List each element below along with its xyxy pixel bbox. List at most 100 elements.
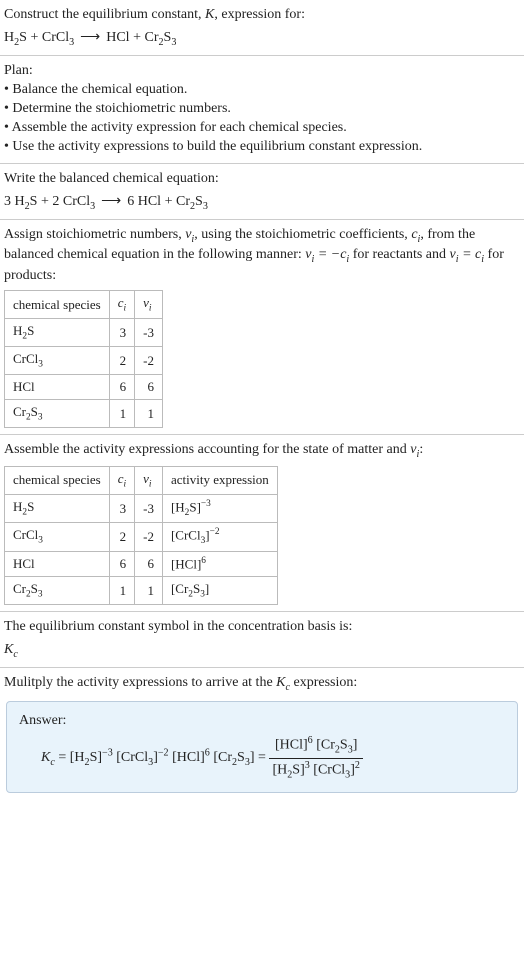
species-h2s: H2S: [4, 30, 27, 45]
cell-nui: -3: [135, 494, 163, 523]
cell-nui: 1: [135, 576, 163, 604]
term: [Cr2S3]: [213, 750, 254, 765]
cell-ci: 3: [109, 318, 134, 346]
th-species: chemical species: [5, 466, 110, 494]
species-h2s: H2S: [15, 194, 38, 209]
unbalanced-equation: H2S + CrCl3⟶HCl + Cr2S3: [4, 29, 520, 49]
table-row: CrCl32-2[CrCl3]−2: [5, 523, 278, 552]
species-hcl: HCl: [138, 194, 161, 209]
plan-bullet: • Balance the chemical equation.: [4, 81, 520, 100]
cell-nui: 6: [135, 551, 163, 576]
plus: +: [130, 30, 145, 45]
cell-species: H2S: [5, 318, 110, 346]
intro-text-a: Construct the equilibrium constant,: [4, 7, 205, 22]
t: for reactants and: [349, 247, 449, 262]
balanced-header: Write the balanced chemical equation:: [4, 170, 520, 189]
kc-text: The equilibrium constant symbol in the c…: [4, 618, 520, 637]
species-crcl3: CrCl3: [63, 194, 95, 209]
plan-bullet: • Use the activity expressions to build …: [4, 138, 520, 157]
plus: +: [161, 194, 176, 209]
kc-inline: Kc: [276, 675, 290, 690]
cell-ci: 1: [109, 399, 134, 427]
coef: 3: [4, 194, 15, 209]
cell-activity: [CrCl3]−2: [162, 523, 277, 552]
term: [CrCl3]−2: [116, 750, 168, 765]
arrow-icon: ⟶: [74, 30, 106, 45]
stoich-table: chemical species ci νi H2S3-3 CrCl32-2 H…: [4, 290, 163, 428]
cell-ci: 2: [109, 347, 134, 375]
th-activity: activity expression: [162, 466, 277, 494]
table-row: H2S3-3[H2S]−3: [5, 494, 278, 523]
eq-reactant: νi = −ci: [305, 247, 349, 262]
term: [HCl]6: [172, 750, 210, 765]
nu-i: νi: [185, 227, 194, 242]
cell-activity: [Cr2S3]: [162, 576, 277, 604]
th-nui: νi: [135, 466, 163, 494]
th-ci: ci: [109, 290, 134, 318]
stoich-section: Assign stoichiometric numbers, νi, using…: [0, 220, 524, 435]
kc-symbol-section: The equilibrium constant symbol in the c…: [0, 612, 524, 668]
assemble-text: Assemble the activity expressions accoun…: [4, 441, 520, 461]
table-header-row: chemical species ci νi: [5, 290, 163, 318]
th-ci: ci: [109, 466, 134, 494]
equals: =: [255, 750, 270, 765]
multiply-section: Mulitply the activity expressions to arr…: [0, 668, 524, 804]
cell-activity: [HCl]6: [162, 551, 277, 576]
cell-nui: -2: [135, 523, 163, 552]
cell-activity: [H2S]−3: [162, 494, 277, 523]
kc-expression: Kc = [H2S]−3 [CrCl3]−2 [HCl]6 [Cr2S3] = …: [19, 734, 505, 781]
answer-box: Answer: Kc = [H2S]−3 [CrCl3]−2 [HCl]6 [C…: [6, 701, 518, 793]
table-row: CrCl32-2: [5, 347, 163, 375]
table-row: Cr2S311: [5, 399, 163, 427]
term: [H2S]−3: [70, 750, 113, 765]
cell-ci: 2: [109, 523, 134, 552]
plan-bullet: • Assemble the activity expression for e…: [4, 119, 520, 138]
table-row: Cr2S311[Cr2S3]: [5, 576, 278, 604]
intro-line: Construct the equilibrium constant, K, e…: [4, 6, 520, 25]
arrow-icon: ⟶: [95, 194, 127, 209]
kc-symbol: Kc: [4, 641, 520, 661]
multiply-text: Mulitply the activity expressions to arr…: [4, 674, 520, 694]
cell-species: CrCl3: [5, 347, 110, 375]
fraction-numerator: [HCl]6 [Cr2S3]: [269, 734, 362, 758]
fraction: [HCl]6 [Cr2S3][H2S]3 [CrCl3]2: [269, 734, 362, 781]
nu-i: νi: [410, 442, 419, 457]
cell-species: HCl: [5, 551, 110, 576]
equals: =: [55, 750, 70, 765]
species-cr2s3: Cr2S3: [144, 30, 176, 45]
table-row: H2S3-3: [5, 318, 163, 346]
plan-bullet: • Determine the stoichiometric numbers.: [4, 100, 520, 119]
cell-ci: 6: [109, 375, 134, 400]
eq-product: νi = ci: [450, 247, 485, 262]
table-header-row: chemical species ci νi activity expressi…: [5, 466, 278, 494]
t: , using the stoichiometric coefficients,: [194, 227, 411, 242]
cell-species: HCl: [5, 375, 110, 400]
t: Mulitply the activity expressions to arr…: [4, 675, 276, 690]
stoich-text: Assign stoichiometric numbers, νi, using…: [4, 226, 520, 286]
th-species: chemical species: [5, 290, 110, 318]
t: Assemble the activity expressions accoun…: [4, 442, 410, 457]
activity-section: Assemble the activity expressions accoun…: [0, 435, 524, 612]
cell-species: Cr2S3: [5, 399, 110, 427]
colon: :: [419, 442, 423, 457]
table-row: HCl66[HCl]6: [5, 551, 278, 576]
t: expression:: [290, 675, 357, 690]
balanced-section: Write the balanced chemical equation: 3 …: [0, 164, 524, 220]
kc-lhs: Kc: [41, 750, 55, 765]
fraction-denominator: [H2S]3 [CrCl3]2: [269, 759, 362, 782]
cell-ci: 6: [109, 551, 134, 576]
cell-species: H2S: [5, 494, 110, 523]
balanced-equation: 3 H2S + 2 CrCl3⟶6 HCl + Cr2S3: [4, 193, 520, 213]
species-cr2s3: Cr2S3: [176, 194, 208, 209]
cell-ci: 1: [109, 576, 134, 604]
plus: +: [27, 30, 42, 45]
cell-nui: 6: [135, 375, 163, 400]
th-nui: νi: [135, 290, 163, 318]
species-crcl3: CrCl3: [42, 30, 74, 45]
cell-species: CrCl3: [5, 523, 110, 552]
K-symbol: K: [205, 7, 214, 22]
plan-section: Plan: • Balance the chemical equation. •…: [0, 56, 524, 163]
t: Assign stoichiometric numbers,: [4, 227, 185, 242]
intro-text-b: , expression for:: [214, 7, 305, 22]
species-hcl: HCl: [106, 30, 129, 45]
